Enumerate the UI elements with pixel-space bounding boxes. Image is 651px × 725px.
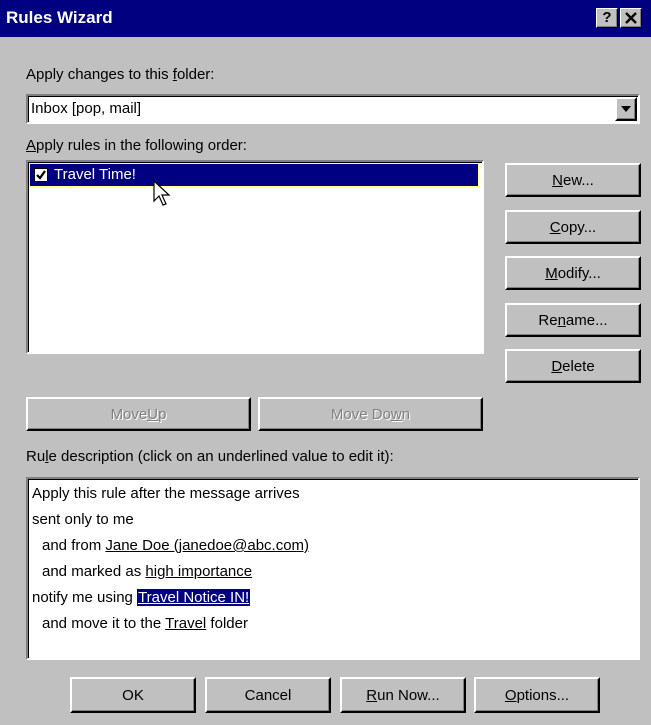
rules-list[interactable]: Travel Time!	[26, 160, 484, 354]
description-line: and marked as high importance	[42, 563, 253, 580]
dropdown-arrow-button[interactable]	[615, 97, 637, 121]
window-title: Rules Wizard	[6, 8, 113, 27]
folder-dropdown-value: Inbox [pop, mail]	[31, 100, 142, 117]
move-up-button[interactable]: Move Up	[26, 397, 251, 431]
chevron-down-icon	[621, 106, 631, 112]
sender-link[interactable]: Jane Doe (janedoe@abc.com)	[105, 537, 309, 554]
rule-checkbox[interactable]	[34, 168, 48, 182]
description-line: sent only to me	[32, 511, 134, 528]
description-line: notify me using Travel Notice IN!	[32, 589, 251, 606]
description-line: Apply this rule after the message arrive…	[32, 485, 300, 502]
folder-label: Apply changes to this folder:	[26, 66, 215, 83]
help-button[interactable]: ?	[596, 8, 618, 28]
move-down-button[interactable]: Move Do w n	[258, 397, 483, 431]
close-button[interactable]	[620, 8, 642, 28]
title-bar[interactable]: Rules Wizard ?	[0, 0, 651, 37]
copy-button[interactable]: Copy...	[505, 210, 641, 244]
folder-dropdown[interactable]: Inbox [pop, mail]	[26, 94, 640, 124]
description-line: and move it to the Travel folder	[42, 615, 248, 632]
folder-link[interactable]: Travel	[165, 615, 206, 632]
description-line: and from Jane Doe (janedoe@abc.com)	[42, 537, 310, 554]
options-button[interactable]: Options...	[474, 677, 600, 713]
run-now-button[interactable]: Run Now...	[340, 677, 466, 713]
rule-description-box[interactable]: Apply this rule after the message arrive…	[26, 477, 640, 660]
mouse-cursor-icon	[153, 180, 171, 206]
list-item[interactable]: Travel Time!	[29, 163, 479, 187]
importance-link[interactable]: high importance	[145, 563, 252, 580]
delete-button[interactable]: Delete	[505, 349, 641, 383]
checkmark-icon	[36, 170, 46, 180]
notice-link[interactable]: Travel Notice IN!	[137, 589, 251, 606]
modify-button[interactable]: Modify...	[505, 256, 641, 290]
rules-label: Apply rules in the following order:	[26, 137, 247, 154]
ok-button[interactable]: OK	[70, 677, 196, 713]
new-button[interactable]: New...	[505, 163, 641, 197]
rule-label: Travel Time!	[54, 166, 136, 183]
rename-button[interactable]: Re n ame...	[505, 303, 641, 337]
cancel-button[interactable]: Cancel	[205, 677, 331, 713]
description-label: Rule description (click on an underlined…	[26, 448, 394, 465]
close-icon	[625, 12, 637, 24]
